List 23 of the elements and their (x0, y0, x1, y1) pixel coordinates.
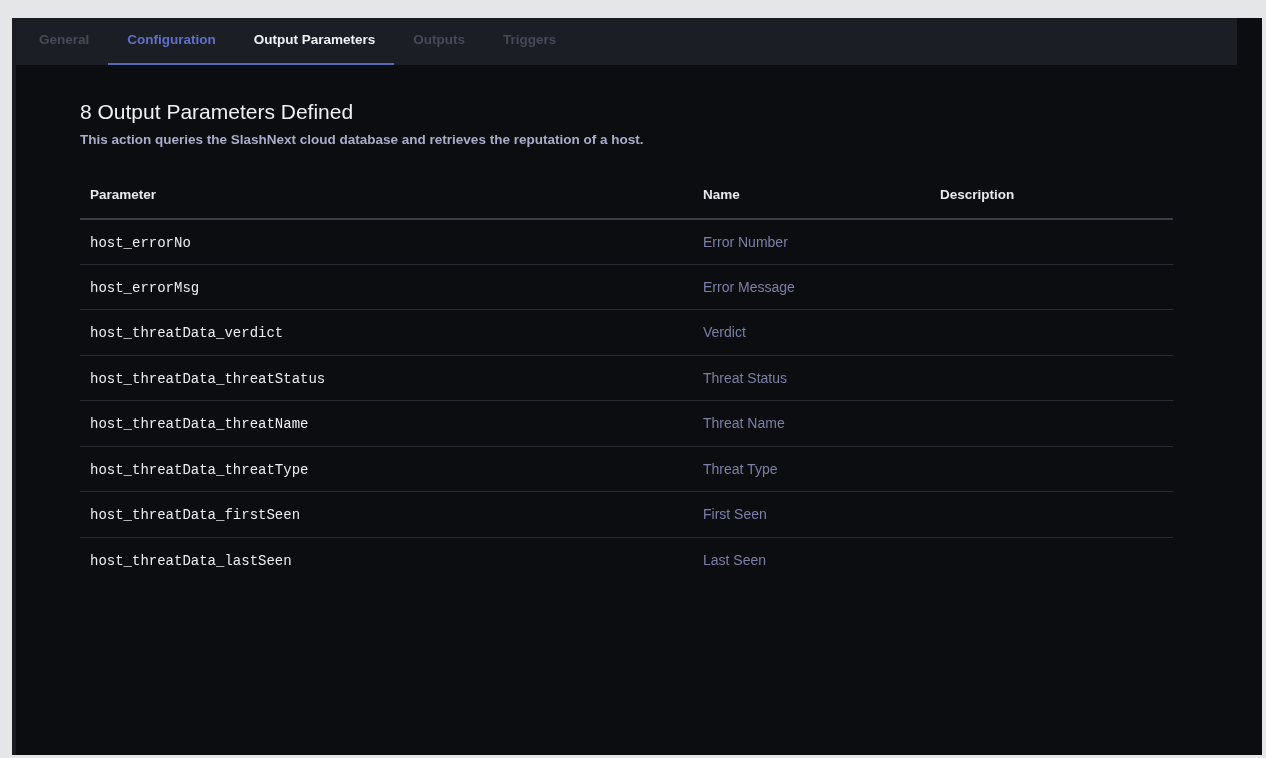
parameter-cell: host_threatData_threatStatus (90, 370, 326, 387)
column-header: Description (930, 180, 1173, 219)
parameter-cell: host_threatData_threatName (90, 416, 309, 433)
name-cell: Error Number (703, 233, 788, 250)
column-header: Name (693, 180, 930, 219)
name-cell: Error Message (703, 278, 795, 295)
tab[interactable]: Configuration (108, 18, 235, 65)
parameter-cell: host_threatData_verdict (90, 325, 284, 342)
tab[interactable]: Output Parameters (234, 18, 395, 65)
name-cell: Threat Name (703, 415, 785, 432)
name-cell: Last Seen (703, 552, 767, 569)
page-heading: 8 Output Parameters Defined (80, 99, 355, 125)
name-cell: Threat Status (703, 369, 788, 386)
parameter-cell: host_threatData_firstSeen (90, 507, 301, 524)
name-cell: Threat Type (703, 460, 778, 477)
column-header: Parameter (80, 180, 693, 219)
description-text: This action queries the SlashNext cloud database and retrieves the reputation of a host. (80, 131, 645, 150)
name-cell: First Seen (703, 506, 767, 523)
parameter-cell: host_threatData_threatType (90, 461, 309, 478)
parameter-cell: host_errorNo (90, 234, 191, 251)
parameter-cell: host_errorMsg (90, 279, 200, 296)
name-cell: Verdict (703, 324, 746, 341)
parameter-cell: host_threatData_lastSeen (90, 553, 292, 570)
